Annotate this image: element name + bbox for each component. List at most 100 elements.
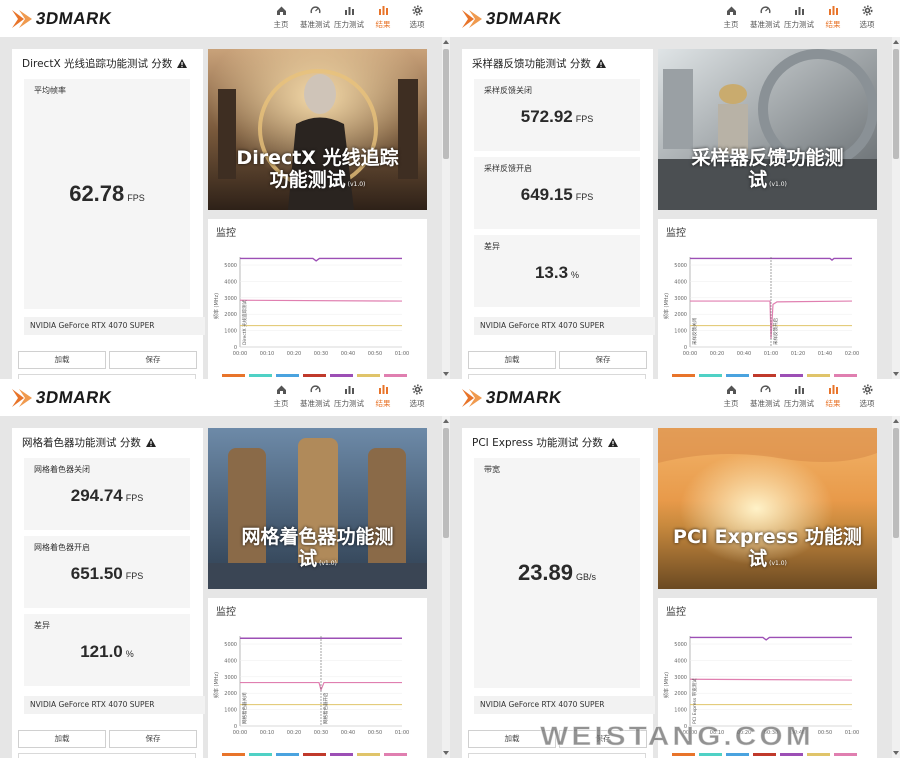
app-name: 3DMARK [34, 9, 114, 28]
save-button[interactable]: 保存 [109, 351, 197, 369]
gear-icon [412, 384, 422, 395]
scroll-up-icon[interactable] [893, 418, 899, 424]
metric-value: 62.78 FPS [24, 181, 190, 207]
warning-icon[interactable] [177, 59, 188, 68]
legend-swatch[interactable] [807, 753, 830, 756]
metric-label: 平均帧率 [34, 86, 66, 95]
legend-swatch[interactable] [357, 753, 380, 756]
legend-swatch[interactable] [276, 374, 299, 377]
legend-swatch[interactable] [330, 374, 353, 377]
chart-legend [222, 374, 407, 377]
nav-results[interactable]: 结果 [820, 5, 846, 30]
more-button[interactable] [18, 753, 196, 758]
scroll-down-icon[interactable] [443, 750, 449, 756]
nav-results-label: 结果 [375, 20, 391, 29]
legend-swatch[interactable] [726, 374, 749, 377]
nav-stress-test[interactable]: 压力测试 [784, 5, 814, 30]
more-button[interactable] [468, 753, 646, 758]
metric-unit: GB/s [576, 572, 597, 582]
legend-swatch[interactable] [834, 374, 857, 377]
warning-icon[interactable] [607, 438, 618, 447]
y-tick-label: 5000 [674, 642, 687, 648]
legend-swatch[interactable] [753, 374, 776, 377]
app-name: 3DMARK [484, 388, 564, 407]
legend-swatch[interactable] [249, 753, 272, 756]
nav-benchmarks[interactable]: 基准测试 [300, 5, 330, 30]
nav-benchmarks[interactable]: 基准测试 [750, 5, 780, 30]
nav-benchmarks[interactable]: 基准测试 [750, 384, 780, 409]
banner-title-line: 采样器反馈功能测 [658, 147, 877, 169]
warning-icon[interactable] [595, 59, 606, 68]
scroll-up-icon[interactable] [443, 39, 449, 45]
results-icon [828, 385, 838, 394]
scroll-down-icon[interactable] [893, 371, 899, 377]
legend-swatch[interactable] [834, 753, 857, 756]
scrollbar-thumb[interactable] [893, 49, 899, 159]
scroll-up-icon[interactable] [893, 39, 899, 45]
y-tick-label: 2000 [674, 691, 687, 697]
scroll-down-icon[interactable] [443, 371, 449, 377]
nav-results[interactable]: 结果 [820, 384, 846, 409]
nav-results[interactable]: 结果 [370, 5, 396, 30]
legend-swatch[interactable] [672, 374, 695, 377]
nav-home-label: 主页 [723, 20, 739, 29]
nav-options[interactable]: 选项 [854, 384, 880, 409]
metric-box: 差异 13.3% [474, 235, 640, 307]
nav-options[interactable]: 选项 [404, 384, 430, 409]
nav-home[interactable]: 主页 [268, 5, 294, 30]
bar-chart-icon [344, 7, 354, 15]
nav-stress-test[interactable]: 压力测试 [334, 5, 364, 30]
legend-swatch[interactable] [726, 753, 749, 756]
metric-unit: % [571, 270, 580, 280]
legend-swatch[interactable] [303, 374, 326, 377]
save-button[interactable]: 保存 [109, 730, 197, 748]
main-nav: 主页 基准测试 压力测试 结果 选项 [268, 384, 430, 409]
scrollbar[interactable] [442, 416, 450, 758]
scrollbar-thumb[interactable] [443, 49, 449, 159]
nav-benchmarks[interactable]: 基准测试 [300, 384, 330, 409]
nav-options[interactable]: 选项 [404, 5, 430, 30]
monitor-card: 监控 5000 4000 3000 2000 1000 0 00:00 00:20 00:40 01… [658, 219, 877, 379]
banner-title-line: DirectX 光线追踪 [208, 147, 427, 169]
legend-swatch[interactable] [222, 753, 245, 756]
warning-icon[interactable] [145, 438, 156, 447]
load-button[interactable]: 加载 [18, 730, 106, 748]
nav-home[interactable]: 主页 [268, 384, 294, 409]
legend-swatch[interactable] [699, 753, 722, 756]
legend-swatch[interactable] [222, 374, 245, 377]
legend-swatch[interactable] [303, 753, 326, 756]
legend-swatch[interactable] [780, 753, 803, 756]
nav-stress-test[interactable]: 压力测试 [334, 384, 364, 409]
legend-swatch[interactable] [699, 374, 722, 377]
legend-swatch[interactable] [384, 374, 407, 377]
legend-swatch[interactable] [330, 753, 353, 756]
nav-results[interactable]: 结果 [370, 384, 396, 409]
scrollbar[interactable] [892, 416, 900, 758]
x-tick-label: 00:30 [314, 351, 328, 357]
legend-swatch[interactable] [276, 753, 299, 756]
nav-home[interactable]: 主页 [718, 5, 744, 30]
scrollbar[interactable] [892, 37, 900, 379]
nav-options-label: 选项 [409, 20, 425, 29]
load-button[interactable]: 加载 [468, 351, 556, 369]
nav-stress-test[interactable]: 压力测试 [784, 384, 814, 409]
banner-version: (v1.0) [319, 560, 337, 567]
legend-swatch[interactable] [384, 753, 407, 756]
scrollbar-thumb[interactable] [893, 428, 899, 538]
scroll-up-icon[interactable] [443, 418, 449, 424]
legend-swatch[interactable] [672, 753, 695, 756]
legend-swatch[interactable] [780, 374, 803, 377]
save-button[interactable]: 保存 [559, 351, 647, 369]
scrollbar-thumb[interactable] [443, 428, 449, 538]
nav-home[interactable]: 主页 [718, 384, 744, 409]
legend-swatch[interactable] [807, 374, 830, 377]
legend-swatch[interactable] [357, 374, 380, 377]
scroll-down-icon[interactable] [893, 750, 899, 756]
scrollbar[interactable] [442, 37, 450, 379]
monitor-chart: 50004000300020001000000:00 00:10 00:20 00:3… [213, 636, 409, 736]
load-button[interactable]: 加载 [18, 351, 106, 369]
legend-swatch[interactable] [249, 374, 272, 377]
legend-swatch[interactable] [753, 753, 776, 756]
nav-options[interactable]: 选项 [854, 5, 880, 30]
x-tick-label: 00:40 [737, 351, 751, 357]
